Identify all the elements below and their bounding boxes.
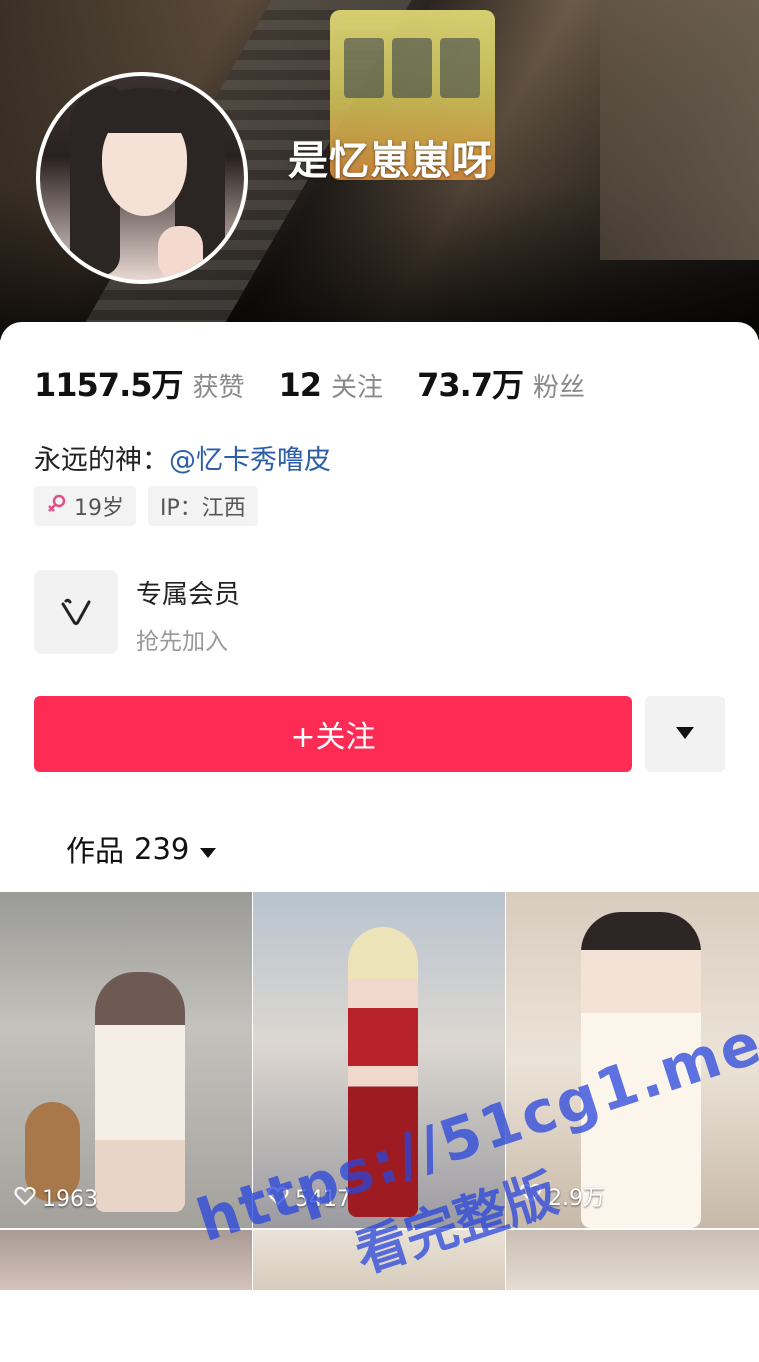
- video-likes-count: 2.9万: [548, 1186, 605, 1211]
- video-likes: 5417: [267, 1186, 351, 1212]
- video-thumbnail[interactable]: [0, 1230, 252, 1290]
- profile-banner: 是忆崽崽呀: [0, 0, 759, 340]
- profile-card: 1157.5万 获赞 12 关注 73.7万 粉丝 永远的神：@忆卡秀噜皮 19…: [0, 322, 759, 1290]
- follow-button[interactable]: +关注: [34, 696, 632, 772]
- vip-title[interactable]: 专属会员: [136, 574, 240, 611]
- bio-mention-link[interactable]: @忆卡秀噜皮: [169, 445, 331, 476]
- female-icon: [46, 492, 68, 520]
- video-thumbnail[interactable]: 5417: [253, 892, 505, 1228]
- vip-subtitle[interactable]: 抢先加入: [136, 622, 228, 656]
- vip-icon[interactable]: [34, 570, 118, 654]
- followers-label[interactable]: 粉丝: [533, 367, 585, 404]
- heart-icon: [267, 1186, 289, 1212]
- following-label[interactable]: 关注: [331, 367, 383, 404]
- following-count[interactable]: 12: [279, 366, 323, 404]
- works-tab[interactable]: 作品 239: [66, 828, 217, 870]
- video-likes: 1963: [14, 1186, 98, 1212]
- bio-text: 永远的神：: [34, 445, 169, 476]
- stats-row: 1157.5万 获赞 12 关注 73.7万 粉丝: [34, 360, 619, 406]
- video-thumbnail[interactable]: 2.9万: [506, 892, 759, 1228]
- caret-down-icon: [675, 725, 695, 744]
- bio: 永远的神：@忆卡秀噜皮: [34, 438, 331, 477]
- heart-icon: [14, 1186, 36, 1212]
- more-button[interactable]: [645, 696, 725, 772]
- works-count: 239: [134, 832, 190, 866]
- age-label: 19岁: [74, 496, 124, 521]
- ip-label: IP：江西: [160, 496, 246, 521]
- likes-count: 1157.5万: [34, 366, 183, 404]
- likes-label: 获赞: [192, 373, 245, 403]
- age-tag: 19岁: [34, 486, 136, 526]
- banner-wall: [600, 0, 759, 260]
- video-likes: 2.9万: [520, 1180, 605, 1212]
- video-thumbnail[interactable]: 1963: [0, 892, 252, 1228]
- caret-down-icon: [199, 832, 217, 866]
- followers-count[interactable]: 73.7万: [417, 360, 524, 406]
- video-grid: 1963 5417 2.9万: [0, 892, 759, 1290]
- username: 是忆崽崽呀: [288, 138, 493, 184]
- video-thumbnail[interactable]: [506, 1230, 759, 1290]
- video-likes-count: 1963: [42, 1186, 98, 1212]
- works-label: 作品: [66, 834, 125, 868]
- profile-tags: 19岁 IP：江西: [34, 486, 258, 526]
- ip-tag: IP：江西: [148, 486, 258, 526]
- avatar[interactable]: [36, 72, 248, 284]
- video-thumbnail[interactable]: [253, 1230, 505, 1290]
- video-likes-count: 5417: [295, 1186, 351, 1212]
- heart-icon: [520, 1183, 542, 1209]
